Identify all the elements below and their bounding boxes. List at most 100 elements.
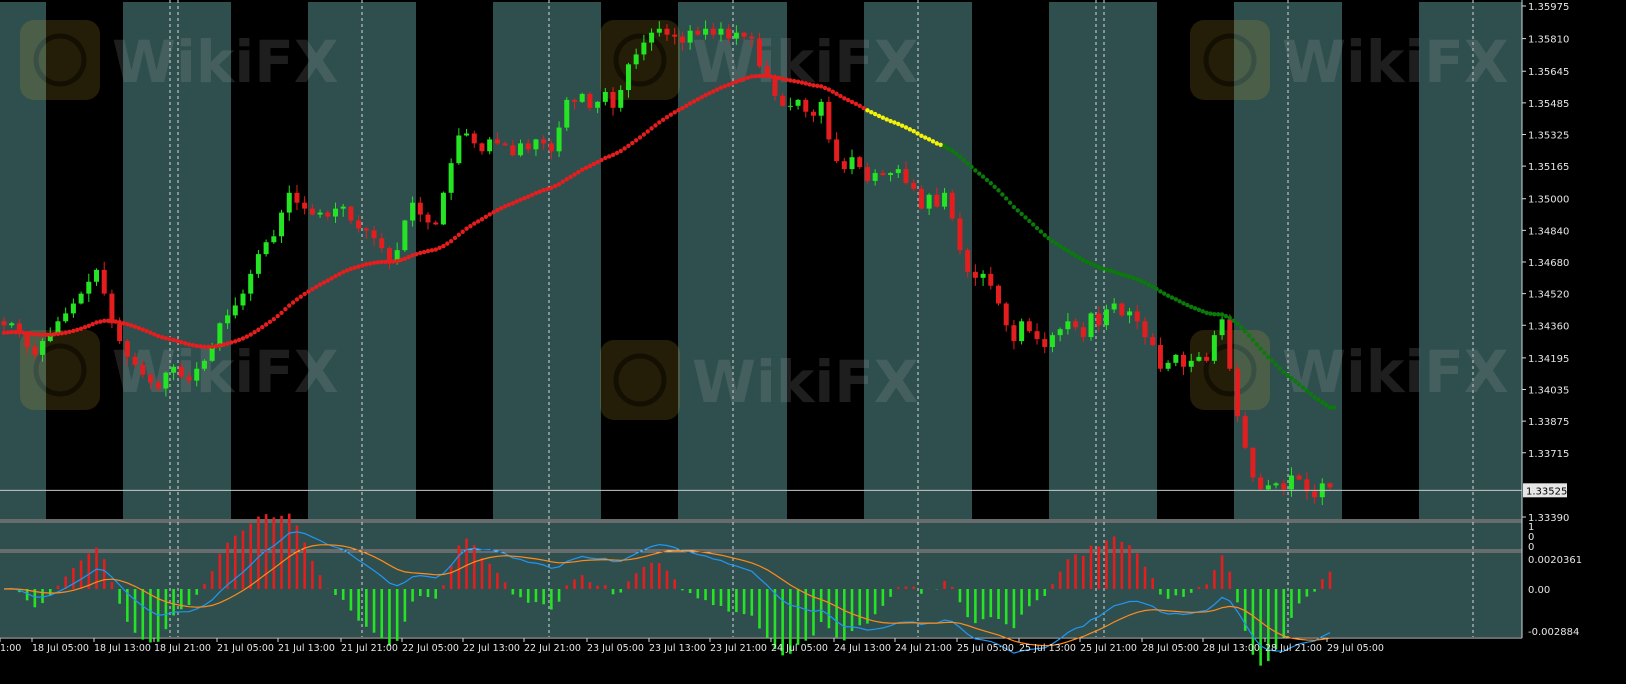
candle-body	[479, 143, 485, 152]
candle-body	[425, 214, 431, 223]
ma-dot	[838, 93, 843, 99]
candle-body	[1288, 475, 1294, 490]
ma-dot	[899, 123, 905, 128]
candle-body	[548, 143, 554, 152]
ma-dot	[872, 111, 878, 117]
candle-body	[826, 101, 832, 140]
ma-dot	[1296, 382, 1302, 387]
candle-body	[541, 139, 547, 144]
candle-body	[178, 366, 184, 377]
ma-dot	[1150, 284, 1155, 289]
ma-dot	[865, 108, 870, 113]
ma-dot	[1038, 229, 1044, 234]
candle-body	[556, 127, 562, 152]
ma-dot	[179, 339, 184, 345]
time-tick-label: 1:00	[0, 643, 21, 654]
candle-body	[525, 143, 531, 150]
ma-dot	[352, 265, 357, 270]
ma-dot	[48, 332, 53, 337]
ma-dot	[279, 310, 284, 316]
ma-dot	[1181, 301, 1186, 306]
ma-dot	[1065, 248, 1071, 254]
trading-chart[interactable]: WikiFX WikiFX WikiFX WikiFX WikiFX WikiFX 1.33…	[0, 0, 1626, 684]
candle-body	[94, 269, 100, 282]
ma-dot	[980, 174, 986, 179]
ma-dot	[664, 114, 670, 120]
candle-body	[433, 222, 439, 225]
ma-dot	[950, 148, 955, 153]
candle-body	[749, 36, 755, 39]
candle-body	[448, 163, 454, 193]
ma-dot	[618, 148, 623, 154]
ma-dot	[464, 226, 469, 231]
ma-dot	[391, 259, 396, 264]
candle-body	[240, 293, 246, 306]
ma-dot	[1204, 310, 1209, 316]
candle-body	[1204, 356, 1210, 361]
watermark-text: WikiFX	[112, 28, 339, 96]
time-tick-label: 22 Jul 05:00	[402, 643, 459, 654]
ma-dot	[926, 137, 932, 142]
time-tick-label: 21 Jul 13:00	[278, 643, 335, 654]
candle-body	[780, 95, 786, 106]
ma-dot	[217, 343, 223, 348]
candle-body	[564, 99, 570, 128]
candle-body	[965, 250, 971, 272]
ma-dot	[40, 332, 45, 337]
ma-dot	[537, 189, 542, 194]
ma-dot	[1169, 295, 1175, 300]
candle-body	[1049, 335, 1055, 347]
ma-dot	[560, 179, 566, 184]
ma-dot	[198, 344, 203, 349]
price-chart-svg[interactable]: WikiFX WikiFX WikiFXWikiFX WikiFX WikiFX1.33…	[0, 0, 1626, 684]
ma-dot	[549, 185, 554, 191]
candle-body	[1103, 309, 1109, 326]
ma-dot	[1158, 289, 1163, 294]
ma-dot	[1092, 263, 1098, 268]
candle-body	[263, 242, 269, 255]
ma-dot	[402, 256, 408, 261]
candle-body	[456, 135, 462, 164]
ma-dot	[930, 139, 936, 144]
ma-dot	[826, 87, 832, 92]
candle-body	[86, 281, 92, 294]
ma-dot	[822, 85, 828, 91]
ma-dot	[221, 342, 226, 347]
ma-dot	[236, 337, 242, 343]
candle-body	[949, 192, 955, 219]
ma-dot	[818, 84, 824, 89]
ma-dot	[129, 323, 134, 328]
ma-dot	[1250, 337, 1256, 343]
candle-body	[1134, 311, 1140, 322]
ma-dot	[1235, 321, 1240, 326]
ma-dot	[298, 294, 304, 299]
candle-body	[610, 91, 616, 108]
candle-body	[225, 315, 231, 324]
ma-dot	[1054, 241, 1059, 246]
watermark-logo	[20, 20, 100, 100]
ma-dot	[155, 333, 161, 339]
candle-body	[1188, 360, 1194, 367]
time-tick-label: 25 Jul 21:00	[1080, 643, 1137, 654]
ma-dot	[622, 146, 627, 151]
ma-dot	[71, 328, 76, 334]
ma-dot	[830, 89, 835, 94]
ma-dot	[414, 251, 419, 257]
ma-dot	[132, 324, 138, 329]
candle-body	[402, 220, 408, 251]
ma-dot	[1262, 350, 1267, 356]
candle-body	[186, 376, 192, 381]
candle-body	[78, 293, 84, 304]
candle-body	[40, 341, 46, 355]
candle-body	[1296, 475, 1302, 480]
candle-body	[741, 32, 747, 37]
candle-body	[132, 356, 138, 365]
price-tick-label: 1.34840	[1528, 226, 1569, 237]
candle-body	[849, 157, 855, 170]
candle-body	[787, 105, 793, 107]
ma-dot	[514, 199, 519, 204]
ma-dot	[260, 324, 265, 330]
candle-body	[895, 169, 901, 174]
ma-dot	[707, 91, 712, 96]
candle-body	[857, 157, 863, 168]
